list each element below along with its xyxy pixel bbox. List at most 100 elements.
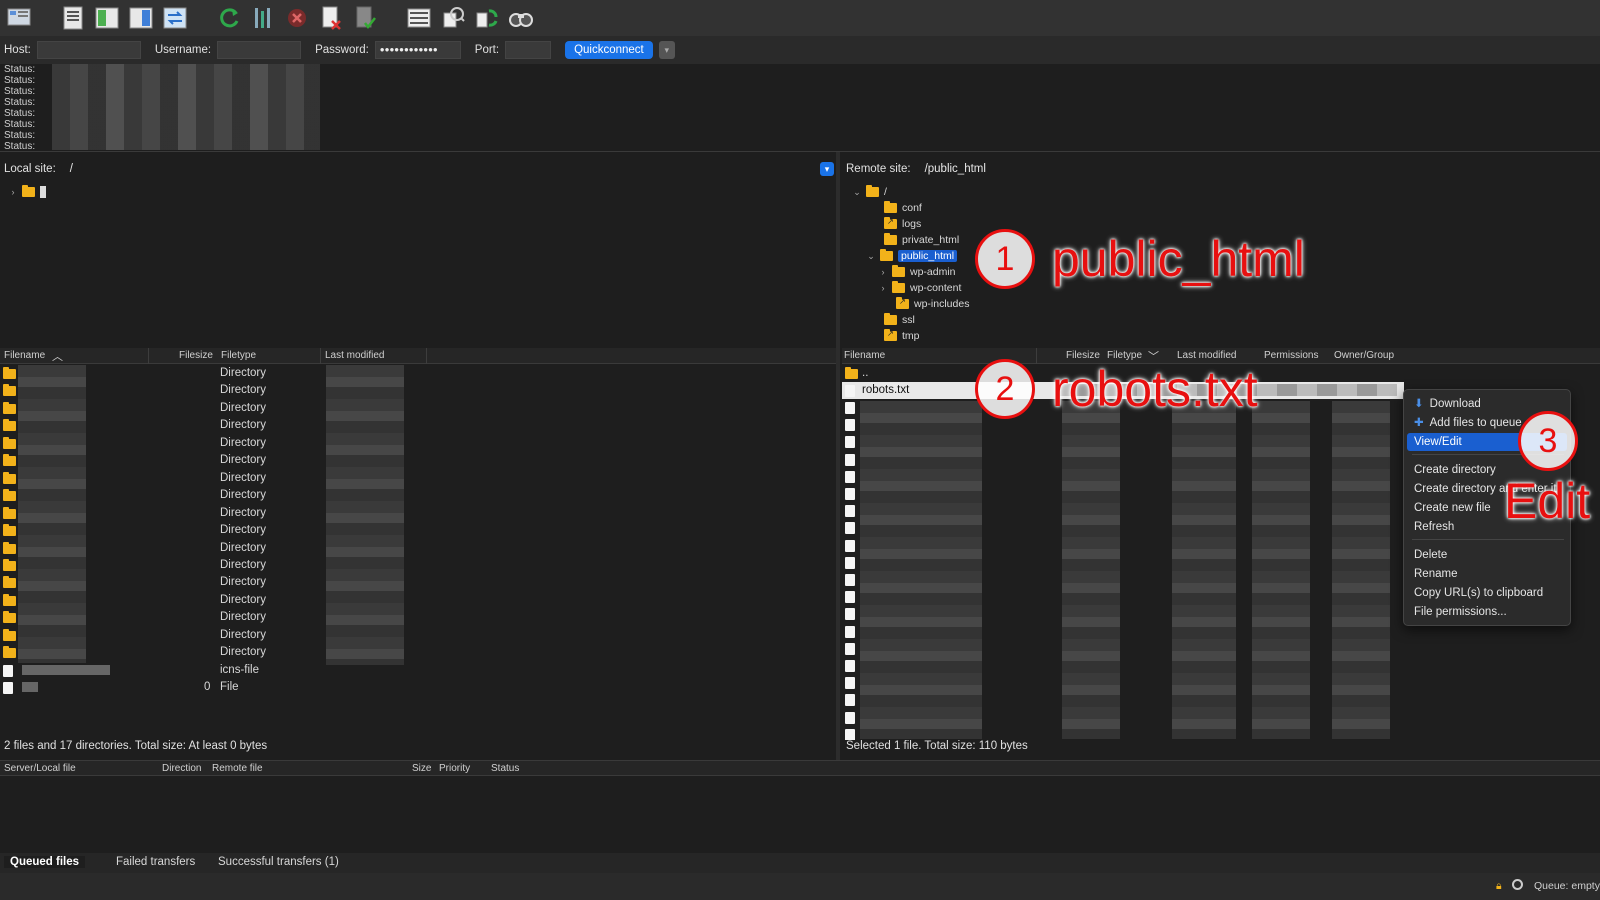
column-remote-file[interactable]: Remote file [212,763,263,774]
table-row[interactable]: Directory [0,574,836,591]
column-direction[interactable]: Direction [162,763,201,774]
file-type: icns-file [220,663,259,676]
tree-node-public-html[interactable]: ⌄ public_html [866,248,958,264]
table-row[interactable]: Directory [0,505,836,522]
table-row[interactable]: Directory [0,644,836,661]
menu-item-add-to-queue[interactable]: ✚ Add files to queue [1414,414,1522,432]
table-row[interactable]: icns-file [0,662,836,679]
quickconnect-history-dropdown[interactable]: ▾ [658,41,675,59]
table-row[interactable]: Directory [0,609,836,626]
chevron-down-icon[interactable]: ⌄ [852,187,862,198]
tree-node-root[interactable]: ⌄ / [852,184,887,200]
chevron-right-icon[interactable]: › [8,187,18,197]
transfer-queue-icon[interactable] [160,3,190,33]
table-row[interactable]: 0 File [0,679,836,696]
column-size[interactable]: Size [412,763,431,774]
toggle-local-tree-icon[interactable] [92,3,122,33]
tab-failed-transfers[interactable]: Failed transfers [116,856,195,868]
host-input[interactable] [36,41,141,59]
password-input[interactable]: ●●●●●●●●●●●● [374,41,461,59]
toolbar [0,0,1600,36]
tree-node-wp-admin[interactable]: › wp-admin [878,264,956,280]
menu-item-copy-url[interactable]: Copy URL(s) to clipboard [1414,584,1543,602]
chevron-right-icon[interactable]: › [878,267,888,277]
table-row[interactable]: Directory [0,557,836,574]
step-1-marker: 1 [975,229,1035,289]
column-owner-group[interactable]: Owner/Group [1334,350,1394,361]
table-row[interactable]: Directory [0,470,836,487]
folder-icon [22,185,35,197]
message-log[interactable]: Status: Status: Status: Status: Status: … [0,64,1600,152]
menu-item-file-permissions[interactable]: File permissions... [1414,603,1507,621]
chevron-down-icon[interactable]: ⌄ [866,251,876,262]
tree-node-logs[interactable]: logs [884,216,921,232]
table-row[interactable]: Directory [0,452,836,469]
menu-item-download[interactable]: ⬇ Download [1414,395,1481,413]
column-filename[interactable]: Filename [4,350,45,361]
tree-node-wp-content[interactable]: › wp-content [878,280,961,296]
table-row[interactable]: Directory [0,365,836,382]
column-filesize[interactable]: Filesize [179,350,213,361]
username-input[interactable] [217,41,302,59]
menu-item-delete[interactable]: Delete [1414,546,1447,564]
toggle-remote-tree-icon[interactable] [126,3,156,33]
local-path-input[interactable]: / [63,159,820,179]
tab-queued-files[interactable]: Queued files [4,856,86,868]
site-manager-icon[interactable] [4,3,34,33]
table-row[interactable]: Directory [0,400,836,417]
column-last-modified[interactable]: Last modified [1177,350,1236,361]
local-tree-root[interactable]: › [8,184,46,200]
chevron-right-icon[interactable]: › [878,283,888,293]
toggle-log-icon[interactable] [58,3,88,33]
menu-item-refresh[interactable]: Refresh [1414,518,1454,536]
disconnect-icon[interactable] [316,3,346,33]
table-row[interactable]: Directory [0,522,836,539]
table-row[interactable]: Directory [0,540,836,557]
tree-node-wp-includes[interactable]: wp-includes [896,296,969,312]
process-queue-icon[interactable] [248,3,278,33]
menu-item-create-new-file[interactable]: Create new file [1414,499,1491,517]
cancel-icon[interactable] [282,3,312,33]
column-priority[interactable]: Priority [439,763,470,774]
compare-icon[interactable] [438,3,468,33]
menu-item-rename[interactable]: Rename [1414,565,1457,583]
folder-icon [3,506,16,519]
column-server-local-file[interactable]: Server/Local file [4,763,76,774]
tree-label: / [884,186,887,198]
column-filesize[interactable]: Filesize [1066,350,1100,361]
column-filetype[interactable]: Filetype [1107,350,1142,361]
local-path-dropdown[interactable]: ▾ [820,162,834,176]
tab-successful-transfers[interactable]: Successful transfers (1) [218,856,339,868]
table-row[interactable]: Directory [0,435,836,452]
file-type: File [220,681,239,694]
queue-list[interactable] [0,777,1600,853]
step-2-marker: 2 [975,359,1035,419]
menu-item-create-directory[interactable]: Create directory [1414,461,1496,479]
tree-node-private-html[interactable]: private_html [884,232,959,248]
column-filetype[interactable]: Filetype [221,350,256,361]
table-row[interactable]: Directory [0,592,836,609]
port-input[interactable] [505,41,552,59]
quickconnect-button[interactable]: Quickconnect [565,41,653,59]
table-row[interactable]: Directory [0,417,836,434]
directory-listing-filters-icon[interactable] [404,3,434,33]
refresh-icon[interactable] [214,3,244,33]
reconnect-icon[interactable] [350,3,380,33]
search-icon[interactable] [506,3,536,33]
remote-path-input[interactable]: /public_html [918,159,1600,179]
menu-label: Download [1429,398,1481,410]
column-permissions[interactable]: Permissions [1264,350,1318,361]
column-filename[interactable]: Filename [844,350,885,361]
column-status[interactable]: Status [491,763,519,774]
table-row[interactable]: Directory [0,627,836,644]
table-row[interactable]: Directory [0,382,836,399]
table-row[interactable]: Directory [0,487,836,504]
pane-divider[interactable] [836,152,840,760]
sync-browse-icon[interactable] [472,3,502,33]
local-file-list[interactable]: Directory Directory Directory Directory Dire… [0,365,836,738]
tree-node-tmp[interactable]: tmp [884,328,920,344]
file-type: Directory [220,384,267,397]
tree-node-conf[interactable]: conf [884,200,922,216]
column-last-modified[interactable]: Last modified [325,350,384,361]
tree-node-ssl[interactable]: ssl [884,312,915,328]
